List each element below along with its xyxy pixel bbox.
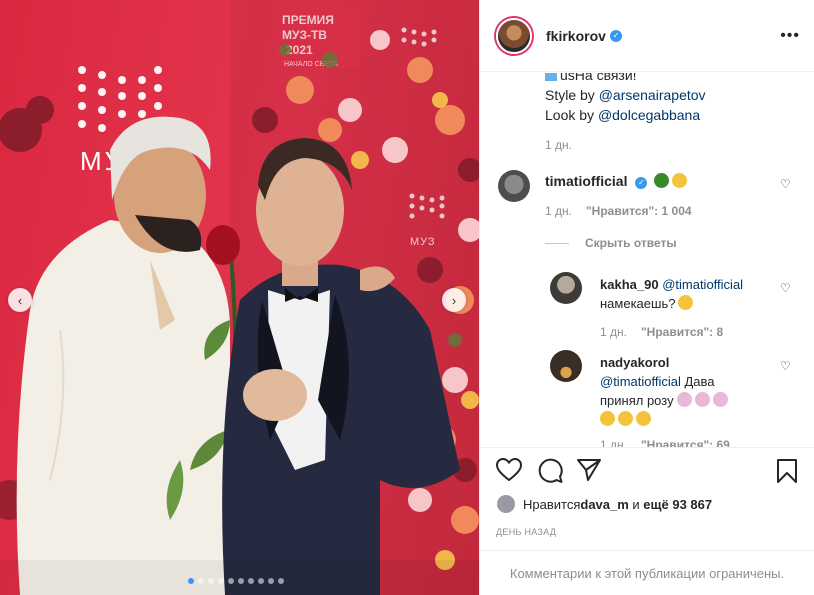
- comment-likes-count[interactable]: "Нравится": 69: [641, 438, 730, 447]
- previous-image-button[interactable]: ‹: [8, 288, 32, 312]
- commenter-avatar[interactable]: [550, 272, 582, 304]
- instagram-post: МУЗ МУЗ ПРЕМИЯ МУЗ-ТВ 2021 НАЧАЛО СВЕТА: [0, 0, 814, 595]
- facepalm-emoji-icon: [676, 392, 692, 407]
- caption-text: usНа связи!: [560, 73, 637, 83]
- person-left: [16, 116, 230, 595]
- likes-summary: Нравится dava_m и ещё 93 867: [497, 495, 712, 513]
- next-image-button[interactable]: ›: [442, 288, 466, 312]
- comment-meta: 1 дн. "Нравится": 8: [600, 325, 723, 339]
- comment-like-heart-icon[interactable]: ♡: [780, 359, 791, 373]
- like-heart-icon[interactable]: [496, 458, 522, 482]
- comment-meta: 1 дн. "Нравится": 1 004: [545, 204, 692, 218]
- author-avatar[interactable]: [496, 17, 532, 54]
- facepalm-emoji-icon: [694, 392, 710, 407]
- laughing-emoji-icon: [600, 411, 615, 426]
- comment-username[interactable]: kakha_90: [600, 277, 659, 292]
- comment-likes-count[interactable]: "Нравится": 8: [641, 325, 723, 339]
- post-date[interactable]: ДЕНЬ НАЗАД: [496, 527, 556, 537]
- action-bar: [480, 447, 814, 491]
- laughing-emoji-icon: [672, 173, 688, 188]
- hide-replies-button[interactable]: Скрыть ответы: [545, 236, 677, 250]
- comment-time[interactable]: 1 дн.: [600, 438, 627, 447]
- smile-emoji-icon: [678, 295, 694, 310]
- comment-likes-count[interactable]: "Нравится": 1 004: [586, 204, 692, 218]
- post-side-panel: fkirkorov ✓ ••• usНа связи! Style by @ar…: [479, 0, 814, 595]
- caption-time[interactable]: 1 дн.: [545, 135, 706, 155]
- laughing-emoji-icon: [636, 411, 651, 426]
- comment-mention[interactable]: @timatiofficial: [662, 277, 743, 292]
- caption-look-prefix: Look by: [545, 107, 598, 123]
- save-bookmark-icon[interactable]: [776, 458, 798, 484]
- post-photo[interactable]: МУЗ МУЗ ПРЕМИЯ МУЗ-ТВ 2021 НАЧАЛО СВЕТА: [0, 0, 479, 595]
- comment-meta: 1 дн. "Нравится": 69: [600, 438, 730, 447]
- comments-section[interactable]: usНа связи! Style by @arsenairapetov Loo…: [480, 73, 814, 447]
- carousel-dot: [208, 578, 214, 584]
- laughing-emoji-icon: [618, 411, 633, 426]
- verified-badge-icon: ✓: [635, 176, 648, 189]
- likes-count[interactable]: ещё 93 867: [643, 497, 712, 512]
- comments-restricted-notice: Комментарии к этой публикации ограничены…: [480, 550, 814, 595]
- reply-item: kakha_90 @timatiofficial намекаешь?: [600, 275, 790, 313]
- post-header: fkirkorov ✓ •••: [480, 0, 814, 72]
- tree-emoji-icon: [654, 173, 670, 188]
- carousel-dot: [218, 578, 224, 584]
- comment-text: намекаешь?: [600, 296, 676, 311]
- caption-emoji-icon: [545, 73, 557, 81]
- likes-prefix: Нравится: [523, 496, 581, 512]
- brand-link[interactable]: @dolcegabbana: [598, 107, 700, 123]
- comment-time[interactable]: 1 дн.: [545, 204, 572, 218]
- facepalm-emoji-icon: [712, 392, 728, 407]
- stylist-link[interactable]: @arsenairapetov: [599, 87, 706, 103]
- carousel-indicator: [188, 578, 284, 584]
- commenter-avatar[interactable]: [498, 170, 530, 202]
- liker-username[interactable]: dava_m: [580, 497, 628, 512]
- carousel-dot: [258, 578, 264, 584]
- verified-badge-icon: ✓: [609, 29, 622, 42]
- comment-text: Дава: [680, 374, 715, 389]
- comment-username[interactable]: timatiofficial: [545, 173, 627, 189]
- caption-style-prefix: Style by: [545, 87, 599, 103]
- carousel-dot: [268, 578, 274, 584]
- comment-time[interactable]: 1 дн.: [600, 325, 627, 339]
- reply-item: nadyakorol @timatiofficial Дава принял р…: [600, 353, 770, 429]
- carousel-dot: [228, 578, 234, 584]
- comment-username[interactable]: nadyakorol: [600, 355, 669, 370]
- comment-item: timatiofficial ✓: [545, 173, 688, 189]
- author-username[interactable]: fkirkorov: [546, 28, 606, 44]
- carousel-dot: [238, 578, 244, 584]
- more-options-icon[interactable]: •••: [780, 27, 800, 45]
- carousel-dot: [278, 578, 284, 584]
- photo-scene: МУЗ МУЗ ПРЕМИЯ МУЗ-ТВ 2021 НАЧАЛО СВЕТА: [0, 0, 479, 595]
- comment-text-line2: принял розу: [600, 393, 674, 408]
- post-caption: usНа связи! Style by @arsenairapetov Loo…: [545, 73, 706, 155]
- comment-mention[interactable]: @timatiofficial: [600, 374, 681, 389]
- share-icon[interactable]: [576, 458, 602, 482]
- hide-replies-label: Скрыть ответы: [585, 236, 677, 250]
- replies-divider: [545, 242, 569, 244]
- carousel-dot: [248, 578, 254, 584]
- comment-like-heart-icon[interactable]: ♡: [780, 177, 791, 191]
- likes-middle: и: [628, 496, 644, 512]
- carousel-dot: [188, 578, 194, 584]
- comment-icon[interactable]: [537, 458, 563, 484]
- comment-like-heart-icon[interactable]: ♡: [780, 281, 791, 295]
- carousel-dot: [198, 578, 204, 584]
- liker-avatar[interactable]: [497, 495, 515, 513]
- commenter-avatar[interactable]: [550, 350, 582, 382]
